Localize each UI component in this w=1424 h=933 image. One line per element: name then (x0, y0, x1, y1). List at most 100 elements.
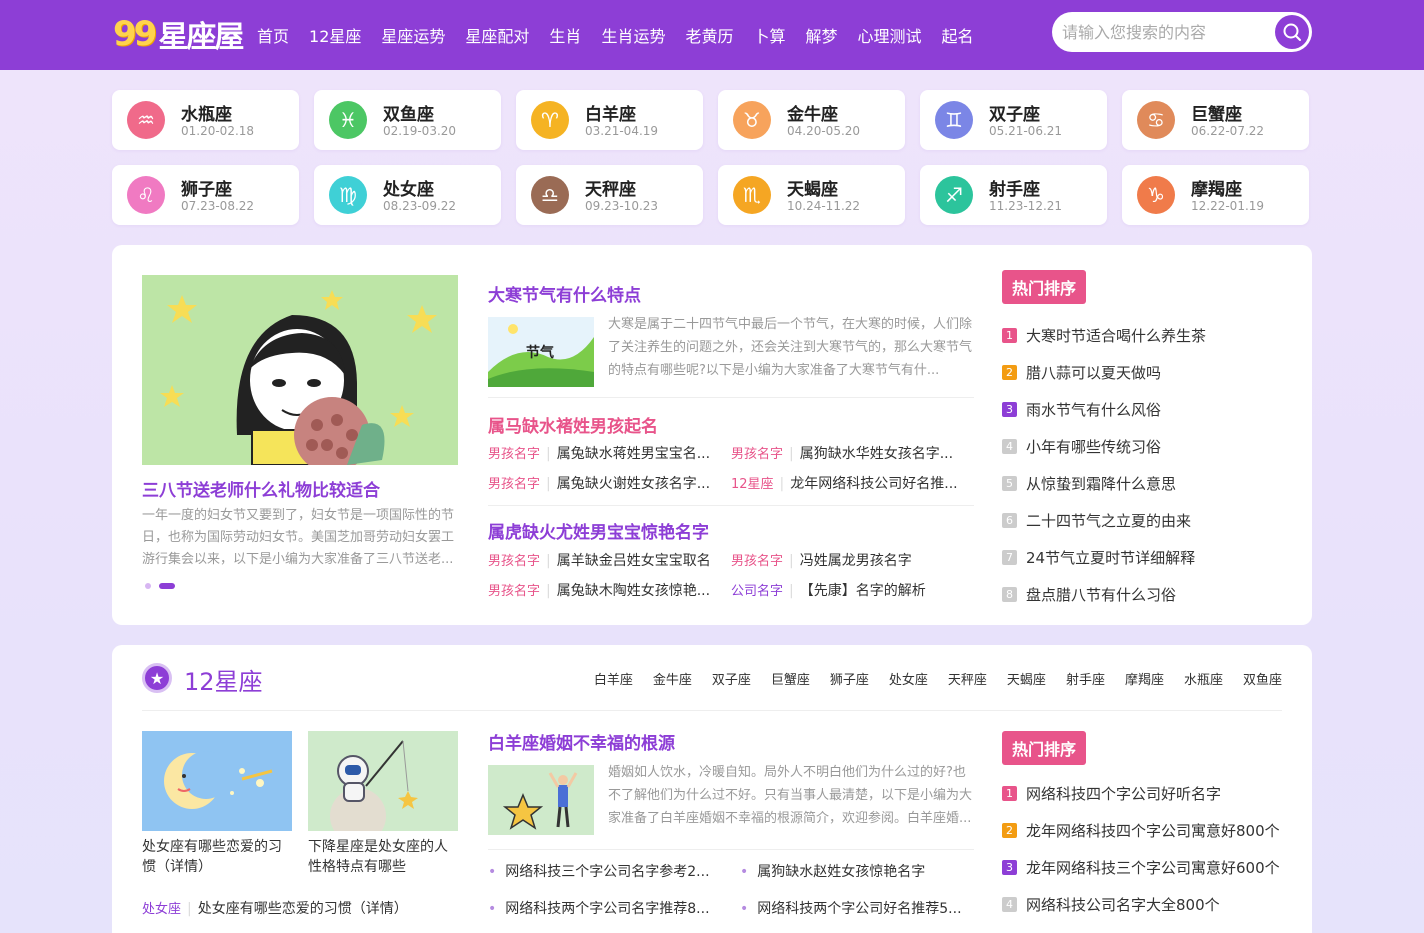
nav-divination[interactable]: 卜算 (753, 23, 785, 47)
zodiac-name: 天蝎座 (787, 180, 838, 200)
section-link[interactable]: 双子座 (692, 669, 751, 688)
nav-home[interactable]: 首页 (257, 23, 289, 47)
list-item[interactable]: 网络科技两个字公司名字推荐8... (488, 898, 728, 918)
moon-illustration (142, 731, 292, 831)
nav-psych-test[interactable]: 心理测试 (858, 23, 922, 47)
article-title[interactable]: 白羊座婚姻不幸福的根源 (488, 734, 675, 754)
zodiac-card-virgo[interactable]: ♍ 处女座 08.23-09.22 (314, 165, 501, 225)
section-link[interactable]: 双鱼座 (1223, 669, 1282, 688)
nav-dream[interactable]: 解梦 (805, 23, 837, 47)
section-link[interactable]: 天秤座 (928, 669, 987, 688)
libra-icon: ♎ (531, 176, 569, 214)
zodiac-card-scorpio[interactable]: ♏ 天蝎座 10.24-11.22 (718, 165, 905, 225)
gemini-icon: ♊ (935, 101, 973, 139)
list-item[interactable]: 12星座 | 龙年网络科技公司好名推... (731, 473, 971, 493)
hot-item[interactable]: 6 二十四节气之立夏的由来 (1002, 502, 1292, 539)
search-icon (1283, 23, 1301, 41)
hot-item[interactable]: 2 龙年网络科技四个字公司寓意好800个 (1002, 812, 1292, 849)
zodiac-card-pisces[interactable]: ♓ 双鱼座 02.19-03.20 (314, 90, 501, 150)
slider-dot-active[interactable] (159, 583, 175, 589)
nav-horoscope[interactable]: 星座运势 (381, 23, 445, 47)
tagged-link[interactable]: 处女座 | 处女座有哪些恋爱的习惯（详情） (142, 898, 408, 918)
list-item[interactable]: 网络科技三个字公司名字参考2... (488, 861, 728, 881)
section-link[interactable]: 狮子座 (810, 669, 869, 688)
section-link[interactable]: 处女座 (869, 669, 928, 688)
zodiac-card-cancer[interactable]: ♋ 巨蟹座 06.22-07.22 (1122, 90, 1309, 150)
hot-item[interactable]: 4 小年有哪些传统习俗 (1002, 428, 1292, 465)
nav-almanac[interactable]: 老黄历 (685, 23, 733, 47)
nav-zodiac-match[interactable]: 星座配对 (465, 23, 529, 47)
list-item[interactable]: 网络科技两个字公司好名推荐5... (740, 898, 980, 918)
section-link[interactable]: 天蝎座 (987, 669, 1046, 688)
featured-panel: 三八节送老师什么礼物比较适合 一年一度的妇女节又要到了，妇女节是一项国际性的节日… (112, 245, 1312, 625)
hot-item[interactable]: 5 从惊蛰到霜降什么意思 (1002, 465, 1292, 502)
separator: | (546, 446, 551, 462)
hot-item[interactable]: 1 网络科技四个字公司好听名字 (1002, 775, 1292, 812)
article-thumbnail[interactable] (488, 765, 594, 835)
hot-item[interactable]: 4 网络科技公司名字大全800个 (1002, 886, 1292, 923)
article-title[interactable]: 属虎缺火尤姓男宝宝惊艳名字 (488, 523, 709, 543)
list-item[interactable]: 公司名字 | 【先康】名字的解析 (731, 580, 971, 600)
zodiac-date: 07.23-08.22 (181, 199, 255, 213)
slider-dot[interactable] (145, 583, 151, 589)
article-title[interactable]: 大寒节气有什么特点 (488, 286, 641, 306)
nav-12-zodiac[interactable]: 12星座 (309, 23, 361, 47)
section-link-label: 摩羯座 (1124, 673, 1164, 688)
list-item[interactable]: 属狗缺水赵姓女孩惊艳名字 (740, 861, 980, 881)
article-thumbnail[interactable]: 节气 (488, 317, 594, 387)
search-button[interactable] (1275, 15, 1309, 49)
zodiac-card-libra[interactable]: ♎ 天秤座 09.23-10.23 (516, 165, 703, 225)
article-title[interactable]: 属马缺水褚姓男孩起名 (488, 417, 658, 437)
site-logo[interactable]: 99 星座屋 (113, 14, 244, 55)
separator: | (546, 476, 551, 492)
section-link[interactable]: 白羊座 (574, 669, 633, 688)
section-link-label: 金牛座 (652, 673, 692, 688)
zodiac-card-aquarius[interactable]: ♒ 水瓶座 01.20-02.18 (112, 90, 299, 150)
hot-item[interactable]: 3 雨水节气有什么风俗 (1002, 391, 1292, 428)
image-card[interactable]: 处女座有哪些恋爱的习惯（详情） (142, 731, 292, 877)
featured-desc: 一年一度的妇女节又要到了，妇女节是一项国际性的节日，也称为国际劳动妇女节。美国芝… (142, 508, 455, 567)
section-link[interactable]: 射手座 (1046, 669, 1105, 688)
star-icon: ★ (142, 663, 172, 693)
list-item[interactable]: 男孩名字 | 冯姓属龙男孩名字 (731, 550, 971, 570)
zodiac-date: 06.22-07.22 (1191, 124, 1265, 138)
featured-slide-image[interactable] (142, 275, 458, 465)
list-item[interactable]: 男孩名字 | 属兔缺火谢姓女孩名字... (488, 473, 728, 493)
list-item[interactable]: 男孩名字 | 属兔缺水蒋姓男宝宝名... (488, 443, 728, 463)
search-input[interactable] (1062, 20, 1262, 44)
hot-item[interactable]: 3 龙年网络科技三个字公司寓意好600个 (1002, 849, 1292, 886)
nav-chinese-zodiac[interactable]: 生肖 (549, 23, 581, 47)
section-link[interactable]: 巨蟹座 (751, 669, 810, 688)
featured-title[interactable]: 三八节送老师什么礼物比较适合 (142, 476, 380, 501)
image-card[interactable]: 下降星座是处女座的人性格特点有哪些 (308, 731, 458, 877)
section-link-label: 双鱼座 (1242, 673, 1282, 688)
nav-naming[interactable]: 起名 (942, 23, 974, 47)
zodiac-card-capricorn[interactable]: ♑ 摩羯座 12.22-01.19 (1122, 165, 1309, 225)
section-link[interactable]: 金牛座 (633, 669, 692, 688)
list-item[interactable]: 男孩名字 | 属兔缺木陶姓女孩惊艳... (488, 580, 728, 600)
hot-item[interactable]: 8 盘点腊八节有什么习俗 (1002, 576, 1292, 613)
zodiac-card-gemini[interactable]: ♊ 双子座 05.21-06.21 (920, 90, 1107, 150)
hot-item[interactable]: 7 24节气立夏时节详细解释 (1002, 539, 1292, 576)
list-item-title: 属狗缺水华姓女孩名字... (799, 446, 954, 462)
list-item[interactable]: 男孩名字 | 属狗缺水华姓女孩名字... (731, 443, 971, 463)
list-item-tag: 男孩名字 (488, 554, 541, 569)
hot-item-title: 盘点腊八节有什么习俗 (1026, 586, 1177, 604)
section-link[interactable]: 水瓶座 (1164, 669, 1223, 688)
hot-item[interactable]: 2 腊八蒜可以夏天做吗 (1002, 354, 1292, 391)
zodiac-card-sagittarius[interactable]: ♐ 射手座 11.23-12.21 (920, 165, 1107, 225)
hot-item-title: 大寒时节适合喝什么养生茶 (1026, 327, 1207, 345)
separator: | (789, 583, 794, 599)
zodiac-name: 巨蟹座 (1191, 105, 1242, 125)
list-row: 男孩名字 | 属兔缺火谢姓女孩名字... 12星座 | 龙年网络科技公司好名推... (488, 473, 974, 497)
hot-item[interactable]: 1 大寒时节适合喝什么养生茶 (1002, 317, 1292, 354)
list-row: 男孩名字 | 属兔缺水蒋姓男宝宝名... 男孩名字 | 属狗缺水华姓女孩名字... (488, 443, 974, 467)
list-item[interactable]: 男孩名字 | 属羊缺金吕姓女宝宝取名 (488, 550, 728, 570)
zodiac-card-leo[interactable]: ♌ 狮子座 07.23-08.22 (112, 165, 299, 225)
slider-dots (145, 583, 183, 589)
nav-chinese-zodiac-fortune[interactable]: 生肖运势 (601, 23, 665, 47)
section-link[interactable]: 摩羯座 (1105, 669, 1164, 688)
zodiac-card-aries[interactable]: ♈ 白羊座 03.21-04.19 (516, 90, 703, 150)
list-item-tag: 男孩名字 (488, 477, 541, 492)
zodiac-card-taurus[interactable]: ♉ 金牛座 04.20-05.20 (718, 90, 905, 150)
